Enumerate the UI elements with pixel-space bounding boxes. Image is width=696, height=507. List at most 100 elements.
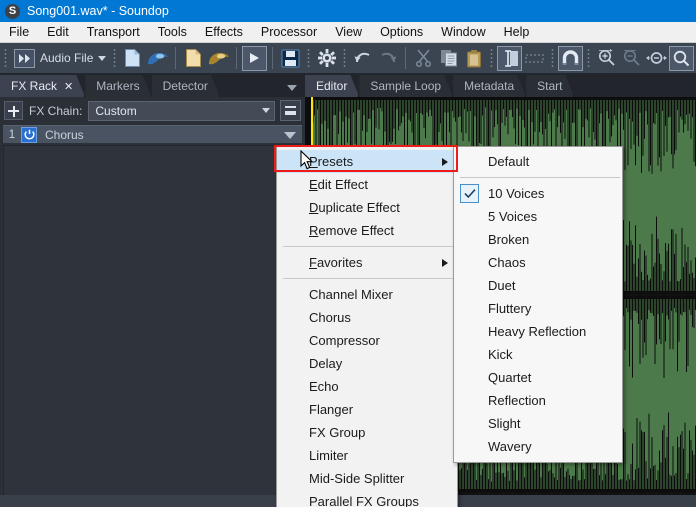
tab-start[interactable]: Start: [526, 75, 574, 97]
preset-item-kick[interactable]: Kick: [454, 343, 622, 366]
toolbar-grip-7[interactable]: [586, 47, 592, 69]
menu-item-delay[interactable]: Delay: [277, 352, 457, 375]
menu-item-mid-side-splitter[interactable]: Mid-Side Splitter: [277, 467, 457, 490]
menu-item-favorites[interactable]: Favorites: [277, 251, 457, 274]
new-session-icon[interactable]: [181, 46, 206, 71]
tab-sample-loop[interactable]: Sample Loop: [359, 75, 453, 97]
cut-icon[interactable]: [411, 46, 436, 71]
preset-item-5-voices[interactable]: 5 Voices: [454, 205, 622, 228]
menu-item-flanger[interactable]: Flanger: [277, 398, 457, 421]
toolbar-divider-1: [175, 47, 177, 69]
zoom-in-horizontal-icon[interactable]: [594, 46, 619, 71]
snap-magnet-icon[interactable]: [558, 45, 584, 71]
preset-item-broken[interactable]: Broken: [454, 228, 622, 251]
tab-detector[interactable]: Detector: [152, 75, 220, 97]
preset-item-slight[interactable]: Slight: [454, 412, 622, 435]
toolbar-grip-4[interactable]: [342, 47, 348, 69]
tab-editor[interactable]: Editor: [305, 75, 359, 97]
tab-label: Sample Loop: [370, 79, 442, 93]
preset-item-duet[interactable]: Duet: [454, 274, 622, 297]
paste-icon[interactable]: [461, 46, 486, 71]
preset-item-reflection[interactable]: Reflection: [454, 389, 622, 412]
open-session-icon[interactable]: [206, 46, 231, 71]
menu-item-fx-group[interactable]: FX Group: [277, 421, 457, 444]
preset-item-label: Duet: [488, 278, 516, 293]
copy-icon[interactable]: [436, 46, 461, 71]
marquee-selection-tool-icon[interactable]: [522, 46, 547, 71]
power-icon[interactable]: [21, 126, 37, 143]
mode-selector-label: Audio File: [40, 51, 94, 65]
new-file-icon[interactable]: [120, 46, 145, 71]
menu-item-duplicate-effect[interactable]: Duplicate Effect: [277, 196, 457, 219]
menu-edit[interactable]: Edit: [38, 22, 78, 42]
menu-transport[interactable]: Transport: [78, 22, 149, 42]
menu-item-echo[interactable]: Echo: [277, 375, 457, 398]
tab-markers[interactable]: Markers: [85, 75, 151, 97]
menu-item-label: Remove Effect: [309, 223, 395, 238]
menu-item-parallel-fx-groups[interactable]: Parallel FX Groups: [277, 490, 457, 507]
list-menu-icon: [285, 106, 296, 115]
preset-item-label: 10 Voices: [488, 186, 545, 201]
fx-slot-chevron-down-icon[interactable]: [284, 132, 296, 139]
save-icon[interactable]: [278, 46, 303, 71]
time-selection-tool-icon[interactable]: [497, 45, 523, 71]
zoom-selection-icon[interactable]: [669, 45, 695, 71]
menu-item-limiter[interactable]: Limiter: [277, 444, 457, 467]
menu-item-label: Presets: [309, 154, 354, 169]
menu-item-channel-mixer[interactable]: Channel Mixer: [277, 283, 457, 306]
toolbar-grip[interactable]: [3, 47, 8, 69]
preset-item-quartet[interactable]: Quartet: [454, 366, 622, 389]
mode-selector[interactable]: Audio File: [11, 47, 109, 70]
preset-item-wavery[interactable]: Wavery: [454, 435, 622, 458]
menu-separator: [283, 278, 455, 279]
close-icon[interactable]: ✕: [64, 80, 73, 93]
tab-label: Editor: [316, 79, 348, 93]
menu-view[interactable]: View: [326, 22, 371, 42]
tab-metadata[interactable]: Metadata: [453, 75, 526, 97]
toolbar-grip-3[interactable]: [306, 47, 312, 69]
menu-help[interactable]: Help: [495, 22, 539, 42]
add-effect-button[interactable]: [4, 101, 23, 120]
preset-item-label: Default: [488, 154, 530, 169]
menu-item-remove-effect[interactable]: Remove Effect: [277, 219, 457, 242]
preset-item-heavy-reflection[interactable]: Heavy Reflection: [454, 320, 622, 343]
menu-processor[interactable]: Processor: [252, 22, 326, 42]
menu-tools[interactable]: Tools: [149, 22, 196, 42]
menu-file[interactable]: File: [0, 22, 38, 42]
preset-item-chaos[interactable]: Chaos: [454, 251, 622, 274]
menu-item-presets[interactable]: Presets: [277, 150, 457, 173]
menu-options[interactable]: Options: [371, 22, 432, 42]
play-icon[interactable]: [242, 45, 268, 71]
fx-chain-row: FX Chain: Custom: [0, 97, 305, 124]
tab-label: Metadata: [464, 79, 515, 93]
toolbar-grip-5[interactable]: [489, 47, 495, 69]
toolbar-grip-2[interactable]: [112, 47, 118, 69]
title-bar: S Song001.wav* - Soundop: [0, 0, 696, 22]
menu-item-edit-effect[interactable]: Edit Effect: [277, 173, 457, 196]
menu-effects[interactable]: Effects: [196, 22, 252, 42]
open-file-icon[interactable]: [145, 46, 170, 71]
menu-item-compressor[interactable]: Compressor: [277, 329, 457, 352]
preset-item-default[interactable]: Default: [454, 150, 622, 173]
chevron-down-icon[interactable]: [287, 85, 297, 91]
preset-item-label: Quartet: [488, 370, 532, 385]
gear-icon[interactable]: [314, 46, 339, 71]
tab-fx-rack[interactable]: FX Rack ✕: [0, 75, 85, 97]
fx-chain-menu-button[interactable]: [280, 100, 301, 121]
toolbar-grip-6[interactable]: [550, 47, 556, 69]
fx-slot-index: 1: [8, 128, 16, 141]
fx-chain-select[interactable]: Custom: [88, 100, 275, 121]
menu-item-label: FX Group: [309, 425, 366, 440]
preset-item-10-voices[interactable]: 10 Voices: [454, 182, 622, 205]
preset-item-label: Wavery: [488, 439, 532, 454]
preset-item-fluttery[interactable]: Fluttery: [454, 297, 622, 320]
redo-icon[interactable]: [375, 46, 400, 71]
menu-item-chorus[interactable]: Chorus: [277, 306, 457, 329]
menu-window[interactable]: Window: [432, 22, 494, 42]
fx-slot-row[interactable]: 1 Chorus: [3, 125, 302, 144]
zoom-out-full-icon[interactable]: [644, 46, 669, 71]
toolbar-divider-2: [236, 47, 238, 69]
undo-icon[interactable]: [350, 46, 375, 71]
tab-label: Detector: [162, 79, 208, 93]
zoom-out-horizontal-icon[interactable]: [619, 46, 644, 71]
